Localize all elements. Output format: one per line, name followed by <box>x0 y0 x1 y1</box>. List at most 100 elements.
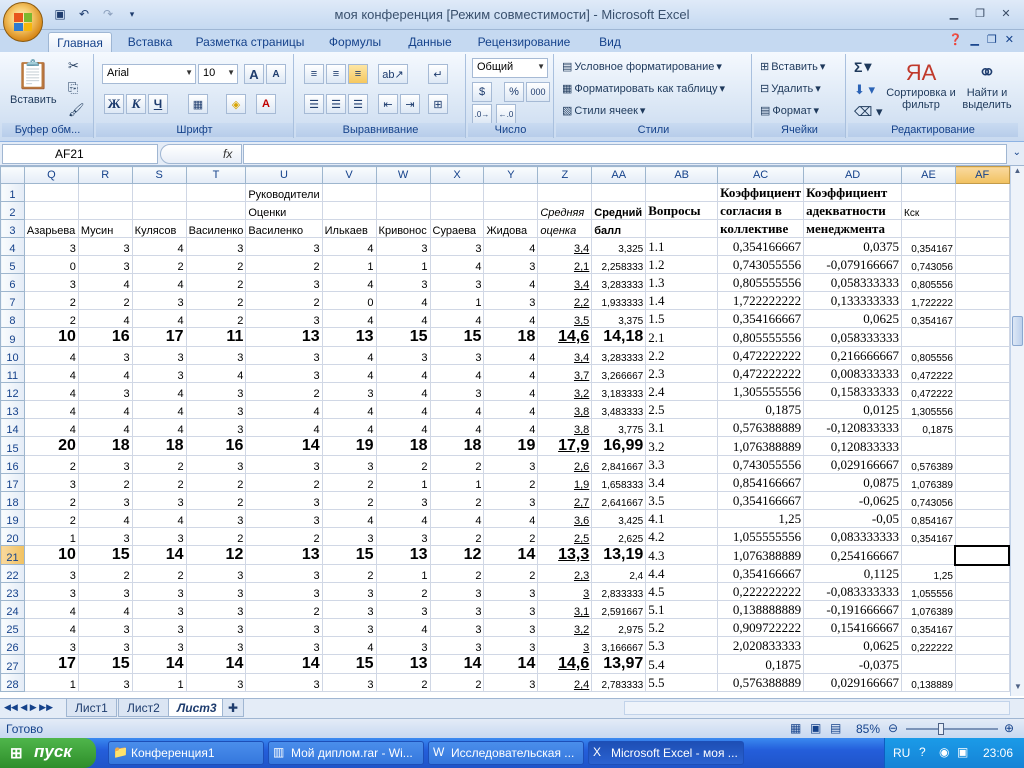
cell-ab4[interactable]: 1.1 <box>645 237 719 256</box>
cell-aa5[interactable]: 2,258333 <box>591 255 647 274</box>
cell-t1[interactable] <box>185 183 247 202</box>
cell-x2[interactable] <box>429 201 485 220</box>
cell-z3[interactable]: оценка <box>537 219 593 238</box>
cell-ac23[interactable]: 0,222222222 <box>717 582 805 601</box>
cell-ad26[interactable]: 0,0625 <box>803 636 902 655</box>
cell-v4[interactable]: 4 <box>321 237 377 256</box>
column-header-ac[interactable]: AC <box>717 166 805 184</box>
cell-x6[interactable]: 3 <box>429 273 485 292</box>
grow-font-button[interactable]: A <box>244 64 264 84</box>
cell-ab15[interactable]: 3.2 <box>645 436 719 456</box>
cell-af19[interactable] <box>954 509 1010 528</box>
cell-ac20[interactable]: 1,055555556 <box>717 527 805 546</box>
cell-ac12[interactable]: 1,305555556 <box>717 382 805 401</box>
cell-aa23[interactable]: 2,833333 <box>591 582 647 601</box>
cell-v19[interactable]: 4 <box>321 509 377 528</box>
cell-ab8[interactable]: 1.5 <box>645 309 719 328</box>
cell-ac19[interactable]: 1,25 <box>717 509 805 528</box>
cell-q5[interactable]: 0 <box>23 255 79 274</box>
format-as-table-button[interactable]: ▦ Форматировать как таблицу ▾ <box>562 82 725 96</box>
cell-q10[interactable]: 4 <box>23 346 79 365</box>
cell-y3[interactable]: Жидова <box>483 219 539 238</box>
tab-data[interactable]: Данные <box>400 32 460 52</box>
cell-u25[interactable]: 3 <box>245 618 323 637</box>
cell-s9[interactable]: 17 <box>131 327 187 347</box>
cell-q25[interactable]: 4 <box>23 618 79 637</box>
decrease-indent-icon[interactable]: ⇤ <box>378 94 398 114</box>
bold-button[interactable]: Ж <box>104 94 124 114</box>
row-header[interactable]: 28 <box>0 673 25 692</box>
cell-x7[interactable]: 1 <box>429 291 485 310</box>
cell-af23[interactable] <box>954 582 1010 601</box>
scroll-up-icon[interactable]: ▲ <box>1011 166 1024 180</box>
cell-z13[interactable]: 3,8 <box>537 400 593 419</box>
cell-x11[interactable]: 4 <box>429 364 485 383</box>
cell-x12[interactable]: 3 <box>429 382 485 401</box>
cell-ab19[interactable]: 4.1 <box>645 509 719 528</box>
cell-u28[interactable]: 3 <box>245 673 323 692</box>
minimize-icon[interactable]: ▁ <box>942 4 966 22</box>
row-header[interactable]: 5 <box>0 255 25 274</box>
cell-t16[interactable]: 3 <box>185 455 247 474</box>
row-header[interactable]: 2 <box>0 201 25 220</box>
cell-v21[interactable]: 15 <box>321 545 377 565</box>
cell-x24[interactable]: 3 <box>429 600 485 619</box>
currency-button[interactable]: $ <box>472 82 492 102</box>
cell-ac26[interactable]: 2,020833333 <box>717 636 805 655</box>
cell-af25[interactable] <box>954 618 1010 637</box>
cell-z25[interactable]: 3,2 <box>537 618 593 637</box>
cell-s20[interactable]: 3 <box>131 527 187 546</box>
cell-ad16[interactable]: 0,029166667 <box>803 455 902 474</box>
cell-y4[interactable]: 4 <box>483 237 539 256</box>
cell-af6[interactable] <box>954 273 1010 292</box>
cell-q11[interactable]: 4 <box>23 364 79 383</box>
column-header-r[interactable]: R <box>77 166 133 184</box>
cell-ad27[interactable]: -0,0375 <box>803 654 902 674</box>
cell-v20[interactable]: 3 <box>321 527 377 546</box>
cell-ab26[interactable]: 5.3 <box>645 636 719 655</box>
cell-y23[interactable]: 3 <box>483 582 539 601</box>
column-header-ae[interactable]: AE <box>901 166 956 184</box>
number-format-select[interactable]: Общий ▼ <box>472 58 548 78</box>
cell-w2[interactable] <box>375 201 431 220</box>
column-header-q[interactable]: Q <box>23 166 79 184</box>
cell-ad8[interactable]: 0,0625 <box>803 309 902 328</box>
cell-q12[interactable]: 4 <box>23 382 79 401</box>
cell-ae4[interactable]: 0,354167 <box>901 237 956 256</box>
cell-u19[interactable]: 3 <box>245 509 323 528</box>
row-header[interactable]: 10 <box>0 346 25 365</box>
cell-ae28[interactable]: 0,138889 <box>901 673 956 692</box>
cell-ac1[interactable]: Коэффициент <box>717 183 805 202</box>
cell-x9[interactable]: 15 <box>429 327 485 347</box>
cell-ae7[interactable]: 1,722222 <box>901 291 956 310</box>
cell-u2[interactable]: Оценки <box>245 201 323 220</box>
cell-r28[interactable]: 3 <box>77 673 133 692</box>
cell-w9[interactable]: 15 <box>375 327 431 347</box>
cell-u23[interactable]: 3 <box>245 582 323 601</box>
cell-ae26[interactable]: 0,222222 <box>901 636 956 655</box>
cell-q2[interactable] <box>23 201 79 220</box>
paste-button[interactable]: 📋 Вставить <box>10 58 57 106</box>
insert-sheet-icon[interactable]: ✚ <box>222 699 245 717</box>
cell-w8[interactable]: 4 <box>375 309 431 328</box>
cell-q6[interactable]: 3 <box>23 273 79 292</box>
cell-ad4[interactable]: 0,0375 <box>803 237 902 256</box>
cell-s26[interactable]: 3 <box>131 636 187 655</box>
align-left-icon[interactable]: ☰ <box>304 94 324 114</box>
cell-y11[interactable]: 4 <box>483 364 539 383</box>
cell-af28[interactable] <box>954 673 1010 692</box>
cell-ae13[interactable]: 1,305556 <box>901 400 956 419</box>
cell-ad25[interactable]: 0,154166667 <box>803 618 902 637</box>
start-button[interactable]: ⊞ пуск <box>0 738 96 768</box>
row-header[interactable]: 9 <box>0 327 25 347</box>
close-icon[interactable]: ✕ <box>994 4 1018 22</box>
cell-u27[interactable]: 14 <box>245 654 323 674</box>
cell-ae9[interactable] <box>901 327 956 347</box>
cell-s4[interactable]: 4 <box>131 237 187 256</box>
cell-ac13[interactable]: 0,1875 <box>717 400 805 419</box>
cell-z6[interactable]: 3,4 <box>537 273 593 292</box>
cell-x10[interactable]: 3 <box>429 346 485 365</box>
cell-ab3[interactable] <box>645 219 719 238</box>
cell-r10[interactable]: 3 <box>77 346 133 365</box>
cell-x17[interactable]: 1 <box>429 473 485 492</box>
